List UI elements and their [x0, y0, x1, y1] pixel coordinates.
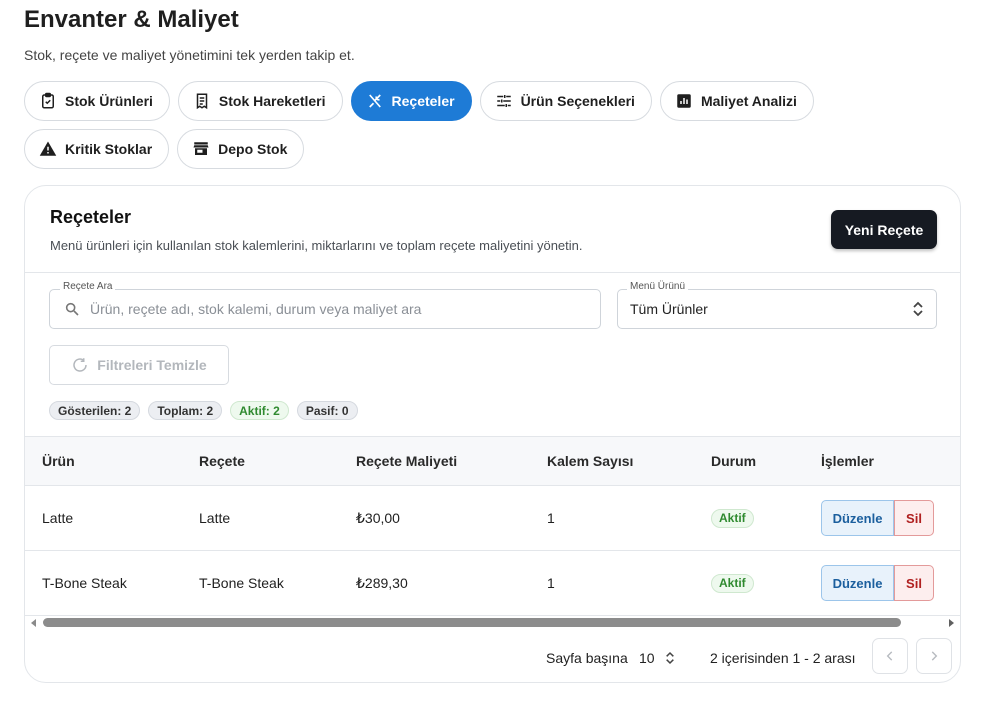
table-header: Ürün Reçete Reçete Maliyeti Kalem Sayısı…: [25, 436, 960, 486]
divider: [25, 272, 960, 273]
menu-product-select[interactable]: Tüm Ürünler: [617, 289, 937, 329]
menu-product-value: Tüm Ürünler: [630, 301, 708, 317]
card-title: Reçeteler: [50, 207, 132, 227]
scroll-thumb[interactable]: [43, 618, 901, 627]
bar-chart-icon: [677, 94, 691, 108]
tab-label: Kritik Stoklar: [65, 141, 153, 157]
clipboard-check-icon: [42, 92, 54, 109]
cell-recipe: T-Bone Steak: [199, 575, 284, 591]
page-title: Envanter & Maliyet: [24, 6, 239, 33]
active-chip: Aktif: 2: [230, 401, 289, 420]
cell-recipe: Latte: [199, 510, 231, 526]
header-recete-maliyeti[interactable]: Reçete Maliyeti: [356, 437, 457, 485]
cell-status: Aktif: [711, 486, 754, 550]
rows-per-page-label: Sayfa başına: [546, 650, 628, 666]
search-input[interactable]: [90, 301, 570, 317]
action-group: Düzenle Sil: [821, 500, 934, 536]
warning-icon: [39, 141, 57, 156]
refresh-icon: [73, 358, 88, 372]
header-urun[interactable]: Ürün: [42, 437, 75, 485]
page-range: 2 içerisinden 1 - 2 arası: [710, 650, 856, 666]
clear-filters-button[interactable]: Filtreleri Temizle: [49, 345, 229, 385]
chevron-up-down-icon: [665, 651, 674, 665]
tab-bar: Stok Ürünleri Stok Hareketleri Reçeteler…: [24, 81, 944, 169]
previous-page-button[interactable]: [872, 638, 908, 674]
new-recipe-button[interactable]: Yeni Reçete: [831, 210, 937, 249]
recipes-card: Reçeteler Menü ürünleri için kullanılan …: [24, 185, 961, 683]
recipes-table: Ürün Reçete Reçete Maliyeti Kalem Sayısı…: [25, 436, 960, 616]
utensils-icon: [368, 94, 381, 108]
cell-status: Aktif: [711, 551, 754, 615]
status-badge: Aktif: [711, 508, 754, 528]
search-label: Reçete Ara: [60, 281, 116, 292]
horizontal-scrollbar[interactable]: [25, 616, 960, 630]
table-row[interactable]: Latte Latte ₺30,00 1 Aktif Düzenle Sil: [25, 486, 960, 551]
tab-receteler[interactable]: Reçeteler: [350, 81, 472, 121]
receipt-icon: [196, 93, 208, 110]
chevron-right-icon: [931, 651, 938, 661]
cell-actions: Düzenle Sil: [821, 551, 934, 615]
header-recete[interactable]: Reçete: [199, 437, 245, 485]
header-islemler: İşlemler: [821, 453, 874, 469]
status-badge: Aktif: [711, 573, 754, 593]
rows-per-page-select[interactable]: 10: [639, 650, 675, 666]
menu-product-label: Menü Ürünü: [627, 281, 689, 292]
edit-button[interactable]: Düzenle: [821, 565, 894, 601]
scroll-left-icon[interactable]: [31, 619, 36, 627]
summary-chips: Gösterilen: 2 Toplam: 2 Aktif: 2 Pasif: …: [49, 401, 358, 420]
table-row[interactable]: T-Bone Steak T-Bone Steak ₺289,30 1 Akti…: [25, 551, 960, 616]
action-group: Düzenle Sil: [821, 565, 934, 601]
cell-items: 1: [547, 510, 555, 526]
clear-filters-label: Filtreleri Temizle: [97, 357, 207, 373]
edit-button[interactable]: Düzenle: [821, 500, 894, 536]
tab-label: Stok Ürünleri: [65, 93, 153, 109]
scroll-right-icon[interactable]: [949, 619, 954, 627]
cell-items: 1: [547, 575, 555, 591]
search-field[interactable]: [49, 289, 601, 329]
tab-kritik-stoklar[interactable]: Kritik Stoklar: [24, 129, 170, 169]
tab-urun-secenekleri[interactable]: Ürün Seçenekleri: [479, 81, 652, 121]
tab-stok-hareketleri[interactable]: Stok Hareketleri: [177, 81, 343, 121]
cell-cost: ₺30,00: [356, 509, 400, 526]
header-kalem-sayisi[interactable]: Kalem Sayısı: [547, 437, 633, 485]
chevron-up-down-icon: [913, 301, 923, 317]
cell-product: Latte: [42, 510, 74, 526]
tab-label: Ürün Seçenekleri: [520, 93, 635, 109]
tab-label: Maliyet Analizi: [700, 93, 797, 109]
next-page-button[interactable]: [916, 638, 952, 674]
rows-per-page-value: 10: [639, 650, 655, 666]
shown-chip: Gösterilen: 2: [49, 401, 141, 420]
tab-label: Depo Stok: [218, 141, 288, 157]
search-icon: [65, 302, 79, 316]
tab-label: Stok Hareketleri: [218, 93, 326, 109]
tab-label: Reçeteler: [391, 93, 455, 109]
store-icon: [193, 142, 209, 155]
card-description: Menü ürünleri için kullanılan stok kalem…: [50, 238, 583, 253]
total-chip: Toplam: 2: [148, 401, 223, 420]
tab-depo-stok[interactable]: Depo Stok: [177, 129, 305, 169]
chevron-left-icon: [886, 651, 893, 661]
header-durum[interactable]: Durum: [711, 437, 756, 485]
tab-stok-urunleri[interactable]: Stok Ürünleri: [24, 81, 170, 121]
cell-product: T-Bone Steak: [42, 575, 127, 591]
sliders-icon: [496, 95, 511, 107]
page-subtitle: Stok, reçete ve maliyet yönetimini tek y…: [24, 47, 355, 63]
pagination: Sayfa başına 10 2 içerisinden 1 - 2 aras…: [25, 638, 960, 678]
cell-cost: ₺289,30: [356, 574, 408, 591]
delete-button[interactable]: Sil: [894, 565, 934, 601]
tab-maliyet-analizi[interactable]: Maliyet Analizi: [659, 81, 814, 121]
delete-button[interactable]: Sil: [894, 500, 934, 536]
cell-actions: Düzenle Sil: [821, 486, 934, 550]
passive-chip: Pasif: 0: [296, 401, 358, 420]
